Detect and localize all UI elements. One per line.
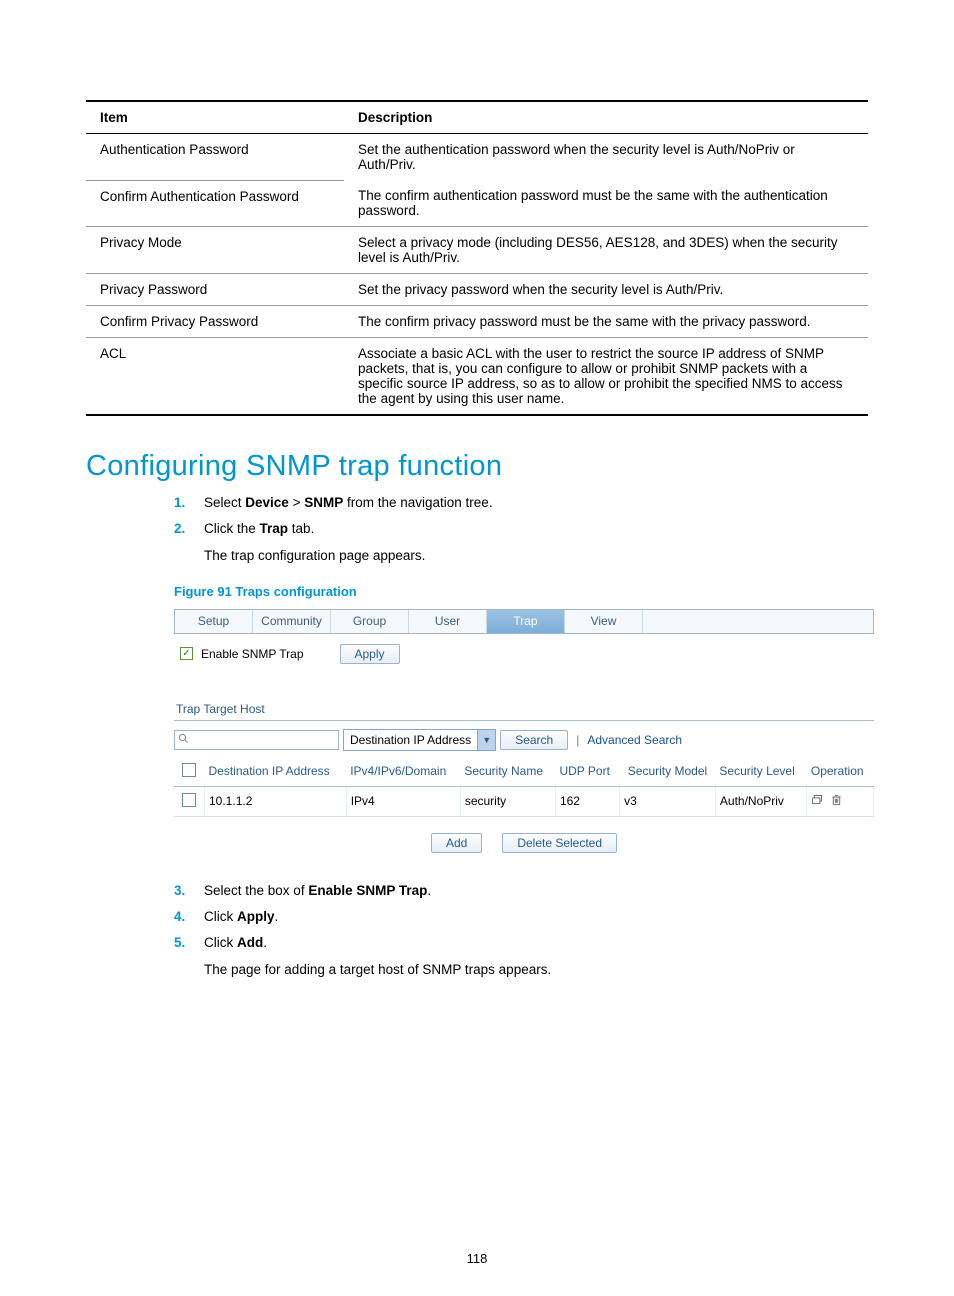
enable-snmp-trap-checkbox[interactable]: ✓ [180, 647, 193, 660]
tab-user[interactable]: User [409, 610, 487, 633]
cell-secname: security [460, 786, 555, 816]
cell-port: 162 [555, 786, 619, 816]
apply-button[interactable]: Apply [340, 644, 400, 664]
search-field-select[interactable]: Destination IP Address ▼ [343, 729, 496, 751]
section-heading: Configuring SNMP trap function [86, 450, 868, 483]
th-desc: Description [344, 101, 868, 134]
th-item: Item [86, 101, 344, 134]
steps-list-2: 3. Select the box of Enable SNMP Trap. 4… [174, 881, 868, 954]
cell-domain: IPv4 [346, 786, 460, 816]
parameter-table: Item Description Authentication Password… [86, 100, 868, 416]
cell-model: v3 [620, 786, 716, 816]
step-item: 4. Click Apply. [174, 907, 868, 927]
row-desc: The confirm authentication password must… [344, 180, 868, 227]
chevron-down-icon: ▼ [477, 730, 495, 750]
row-item: Authentication Password [86, 134, 344, 181]
row-desc: The confirm privacy password must be the… [344, 306, 868, 338]
steps-list: 1. Select Device > SNMP from the navigat… [174, 493, 868, 540]
tab-group[interactable]: Group [331, 610, 409, 633]
th-select-all[interactable] [174, 757, 205, 787]
step-item: 2. Click the Trap tab. [174, 519, 868, 539]
tab-setup[interactable]: Setup [175, 610, 253, 633]
th-dest-ip: Destination IP Address [205, 757, 347, 787]
th-secname: Security Name [460, 757, 555, 787]
trap-hosts-table: Destination IP Address IPv4/IPv6/Domain … [174, 757, 874, 817]
row-desc: Set the authentication password when the… [344, 134, 868, 181]
tab-community[interactable]: Community [253, 610, 331, 633]
table-row: 10.1.1.2 IPv4 security 162 v3 Auth/NoPri… [174, 786, 874, 816]
step-item: 3. Select the box of Enable SNMP Trap. [174, 881, 868, 901]
delete-selected-button[interactable]: Delete Selected [502, 833, 617, 853]
button-row: Add Delete Selected [174, 833, 874, 853]
th-domain: IPv4/IPv6/Domain [346, 757, 460, 787]
ui-tabs: Setup Community Group User Trap View [174, 609, 874, 633]
tab-trap[interactable]: Trap [487, 610, 565, 633]
step-sub-text: The trap configuration page appears. [204, 546, 868, 566]
search-icon [178, 733, 189, 747]
row-item: Confirm Authentication Password [86, 180, 344, 227]
step-item: 1. Select Device > SNMP from the navigat… [174, 493, 868, 513]
add-button[interactable]: Add [431, 833, 482, 853]
tab-view[interactable]: View [565, 610, 643, 633]
row-item: ACL [86, 338, 344, 416]
row-item: Privacy Mode [86, 227, 344, 274]
row-desc: Select a privacy mode (including DES56, … [344, 227, 868, 274]
th-operation: Operation [807, 757, 874, 787]
search-button[interactable]: Search [500, 730, 568, 750]
figure-caption: Figure 91 Traps configuration [174, 584, 868, 599]
row-checkbox[interactable] [182, 793, 196, 807]
advanced-search-link[interactable]: Advanced Search [587, 733, 682, 747]
row-desc: Associate a basic ACL with the user to r… [344, 338, 868, 416]
cell-level: Auth/NoPriv [715, 786, 806, 816]
trash-icon[interactable] [830, 793, 843, 809]
row-item: Confirm Privacy Password [86, 306, 344, 338]
search-input[interactable] [174, 730, 339, 750]
step-item: 5. Click Add. [174, 933, 868, 953]
row-desc: Set the privacy password when the securi… [344, 274, 868, 306]
cell-ip: 10.1.1.2 [205, 786, 347, 816]
search-bar: Destination IP Address ▼ Search | Advanc… [174, 729, 874, 751]
trap-target-host-label: Trap Target Host [176, 702, 874, 716]
enable-snmp-trap-label: Enable SNMP Trap [201, 647, 304, 661]
select-all-checkbox[interactable] [182, 763, 196, 777]
step-sub-text: The page for adding a target host of SNM… [204, 960, 868, 980]
enable-row: ✓ Enable SNMP Trap Apply [174, 634, 874, 674]
th-seclevel: Security Level [715, 757, 806, 787]
th-udpport: UDP Port [555, 757, 619, 787]
th-secmodel: Security Model [620, 757, 716, 787]
row-item: Privacy Password [86, 274, 344, 306]
page-number: 118 [0, 1251, 954, 1266]
cell-operation [807, 786, 874, 816]
ui-figure: Setup Community Group User Trap View ✓ E… [174, 609, 874, 853]
edit-icon[interactable] [811, 793, 824, 809]
